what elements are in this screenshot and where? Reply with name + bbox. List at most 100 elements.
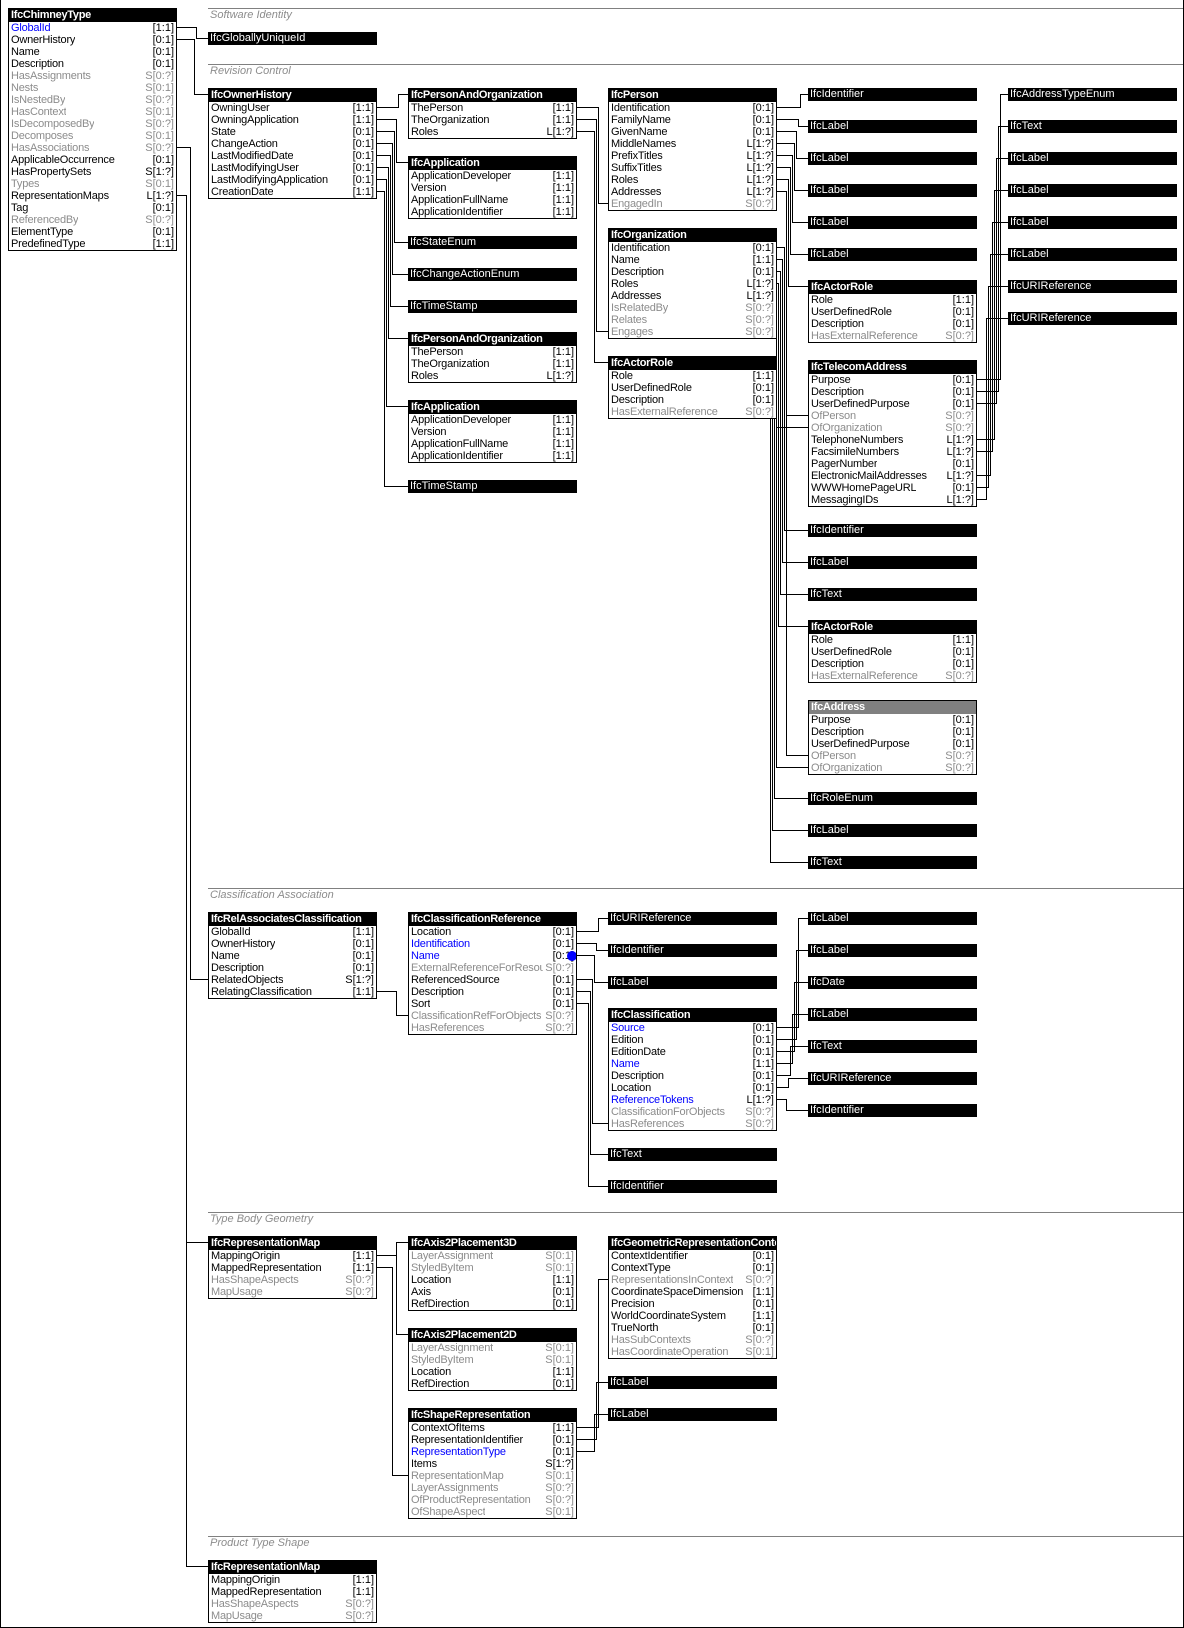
attribute-row[interactable]: IsNestedBy S[0:?] [9, 94, 176, 106]
entity-box[interactable]: IfcTelecomAddress Purpose [0:1] Description… [808, 360, 977, 507]
type-box[interactable]: IfcLabel [808, 824, 977, 837]
attribute-row[interactable]: UserDefinedRole [0:1] [809, 306, 976, 318]
attribute-row[interactable]: ApplicationIdentifier [1:1] [409, 450, 576, 462]
attribute-row[interactable]: Description [0:1] [209, 962, 376, 974]
attribute-row[interactable]: Edition [0:1] [609, 1034, 776, 1046]
attribute-row[interactable]: OwningUser [1:1] [209, 102, 376, 114]
attribute-row[interactable]: HasSubContexts S[0:?] [609, 1334, 776, 1346]
attribute-row[interactable]: Axis [0:1] [409, 1286, 576, 1298]
attribute-row[interactable]: HasShapeAspects S[0:?] [209, 1598, 376, 1610]
attribute-row[interactable]: Location [0:1] [609, 1082, 776, 1094]
type-box[interactable]: IfcGloballyUniqueId [208, 32, 377, 45]
attribute-row[interactable]: RefDirection [0:1] [409, 1378, 576, 1390]
attribute-row[interactable]: GlobalId [1:1] [209, 926, 376, 938]
attribute-row[interactable]: Name [1:1] [609, 1058, 776, 1070]
type-box[interactable]: IfcChangeActionEnum [408, 268, 577, 281]
attribute-row[interactable]: CreationDate [1:1] [209, 186, 376, 198]
type-box[interactable]: IfcIdentifier [608, 1180, 777, 1193]
attribute-row[interactable]: Version [1:1] [409, 426, 576, 438]
attribute-row[interactable]: RepresentationMap S[0:1] [409, 1470, 576, 1482]
entity-title[interactable]: IfcAddress [809, 701, 976, 714]
attribute-row[interactable]: Tag [0:1] [9, 202, 176, 214]
attribute-row[interactable]: OwnerHistory [0:1] [209, 938, 376, 950]
entity-box[interactable]: IfcClassification Source [0:1] Edition [0:1]… [608, 1008, 777, 1131]
attribute-row[interactable]: ThePerson [1:1] [409, 102, 576, 114]
type-box[interactable]: IfcLabel [808, 248, 977, 261]
attribute-row[interactable]: Purpose [0:1] [809, 714, 976, 726]
attribute-row[interactable]: ElementType [0:1] [9, 226, 176, 238]
type-box[interactable]: IfcLabel [808, 152, 977, 165]
entity-box[interactable]: IfcActorRole Role [1:1] UserDefinedRole [0:1… [808, 620, 977, 683]
attribute-row[interactable]: Role [1:1] [809, 634, 976, 646]
attribute-row[interactable]: UserDefinedPurpose [0:1] [809, 738, 976, 750]
entity-box[interactable]: IfcRepresentationMap MappingOrigin [1:1] Ma… [208, 1236, 377, 1299]
attribute-row[interactable]: StyledByItem S[0:1] [409, 1262, 576, 1274]
attribute-row[interactable]: Roles L[1:?] [409, 370, 576, 382]
attribute-row[interactable]: RepresentationMaps L[1:?] [9, 190, 176, 202]
entity-title[interactable]: IfcApplication [409, 401, 576, 414]
attribute-row[interactable]: PredefinedType [1:1] [9, 238, 176, 250]
entity-box[interactable]: IfcChimneyType GlobalId [1:1] OwnerHistory [… [8, 8, 177, 251]
attribute-row[interactable]: StyledByItem S[0:1] [409, 1354, 576, 1366]
attribute-row[interactable]: MappingOrigin [1:1] [209, 1574, 376, 1586]
type-box[interactable]: IfcText [1008, 120, 1177, 133]
attribute-row[interactable]: RelatedObjects S[1:?] [209, 974, 376, 986]
entity-title[interactable]: IfcAxis2Placement2D [409, 1329, 576, 1342]
entity-title[interactable]: IfcApplication [409, 157, 576, 170]
attribute-row[interactable]: Identification [0:1] [609, 242, 776, 254]
entity-title[interactable]: IfcClassification [609, 1009, 776, 1022]
attribute-row[interactable]: OfShapeAspect S[0:1] [409, 1506, 576, 1518]
attribute-row[interactable]: RepresentationType [0:1] [409, 1446, 576, 1458]
attribute-row[interactable]: Version [1:1] [409, 182, 576, 194]
attribute-row[interactable]: RefDirection [0:1] [409, 1298, 576, 1310]
attribute-row[interactable]: ReferenceTokens L[1:?] [609, 1094, 776, 1106]
attribute-row[interactable]: ContextType [0:1] [609, 1262, 776, 1274]
type-box[interactable]: IfcLabel [1008, 184, 1177, 197]
attribute-row[interactable]: Identification [0:1] [409, 938, 576, 950]
entity-title[interactable]: IfcActorRole [809, 281, 976, 294]
attribute-row[interactable]: GivenName [0:1] [609, 126, 776, 138]
entity-box[interactable]: IfcRelAssociatesClassification GlobalId [1… [208, 912, 377, 999]
attribute-row[interactable]: LayerAssignment S[0:1] [409, 1250, 576, 1262]
entity-title[interactable]: IfcRelAssociatesClassification [209, 913, 376, 926]
attribute-row[interactable]: Purpose [0:1] [809, 374, 976, 386]
entity-box[interactable]: IfcApplication ApplicationDeveloper [1:1] V… [408, 156, 577, 219]
entity-title[interactable]: IfcPerson [609, 89, 776, 102]
attribute-row[interactable]: OfOrganization S[0:?] [809, 422, 976, 434]
entity-box[interactable]: IfcApplication ApplicationDeveloper [1:1] V… [408, 400, 577, 463]
attribute-row[interactable]: Location [1:1] [409, 1366, 576, 1378]
type-box[interactable]: IfcLabel [808, 912, 977, 925]
attribute-row[interactable]: LayerAssignment S[0:1] [409, 1342, 576, 1354]
type-box[interactable]: IfcURIReference [1008, 280, 1177, 293]
attribute-row[interactable]: GlobalId [1:1] [9, 22, 176, 34]
entity-box[interactable]: IfcPersonAndOrganization ThePerson [1:1] Th… [408, 332, 577, 383]
attribute-row[interactable]: ChangeAction [0:1] [209, 138, 376, 150]
attribute-row[interactable]: Roles L[1:?] [609, 278, 776, 290]
attribute-row[interactable]: Relates S[0:?] [609, 314, 776, 326]
attribute-row[interactable]: HasExternalReference S[0:?] [609, 406, 776, 418]
type-box[interactable]: IfcRoleEnum [808, 792, 977, 805]
attribute-row[interactable]: Source [0:1] [609, 1022, 776, 1034]
type-box[interactable]: IfcDate [808, 976, 977, 989]
attribute-row[interactable]: ReferencedBy S[0:?] [9, 214, 176, 226]
attribute-row[interactable]: ApplicationIdentifier [1:1] [409, 206, 576, 218]
entity-box[interactable]: IfcAxis2Placement3D LayerAssignment S[0:1]… [408, 1236, 577, 1311]
type-box[interactable]: IfcLabel [808, 944, 977, 957]
attribute-row[interactable]: HasReferences S[0:?] [409, 1022, 576, 1034]
attribute-row[interactable]: OfPerson S[0:?] [809, 750, 976, 762]
attribute-row[interactable]: Location [0:1] [409, 926, 576, 938]
attribute-row[interactable]: ApplicationDeveloper [1:1] [409, 170, 576, 182]
attribute-row[interactable]: OfProductRepresentation S[0:?] [409, 1494, 576, 1506]
attribute-row[interactable]: Role [1:1] [809, 294, 976, 306]
attribute-row[interactable]: ClassificationRefForObjects S[0:?] [409, 1010, 576, 1022]
entity-box[interactable]: IfcOwnerHistory OwningUser [1:1] OwningAppl… [208, 88, 377, 199]
attribute-row[interactable]: Engages S[0:?] [609, 326, 776, 338]
attribute-row[interactable]: ExternalReferenceForResourcesS[0:?] [409, 962, 576, 974]
attribute-row[interactable]: MappedRepresentation [1:1] [209, 1586, 376, 1598]
entity-box[interactable]: IfcOrganization Identification [0:1] Name [1… [608, 228, 777, 339]
entity-box[interactable]: IfcShapeRepresentation ContextOfItems [1:1… [408, 1408, 577, 1519]
attribute-row[interactable]: TelephoneNumbers L[1:?] [809, 434, 976, 446]
attribute-row[interactable]: WorldCoordinateSystem [1:1] [609, 1310, 776, 1322]
entity-box[interactable]: IfcRepresentationMap MappingOrigin [1:1] Ma… [208, 1560, 377, 1623]
attribute-row[interactable]: UserDefinedRole [0:1] [609, 382, 776, 394]
